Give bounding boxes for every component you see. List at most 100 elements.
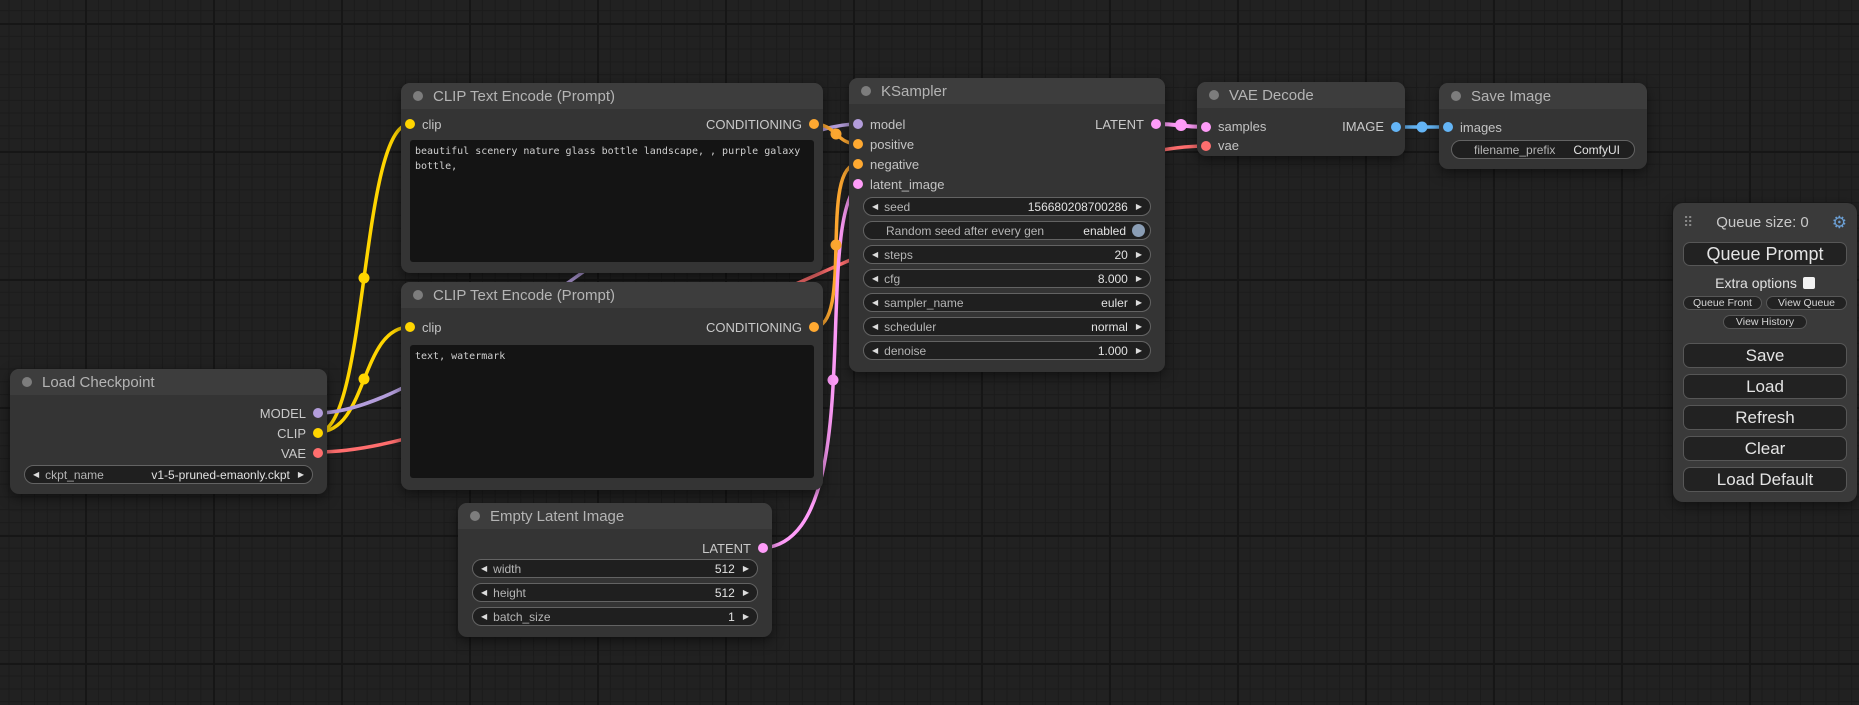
node-title-bar[interactable]: CLIP Text Encode (Prompt) <box>401 282 823 308</box>
clear-button[interactable]: Clear <box>1683 436 1847 461</box>
link-midpoint-dot[interactable] <box>831 240 842 251</box>
link-midpoint-dot[interactable] <box>359 273 370 284</box>
decrement-arrow-icon[interactable]: ◀ <box>481 565 487 573</box>
link-midpoint-dot[interactable] <box>1175 119 1187 131</box>
widget-value: 156680208700286 <box>1028 200 1128 214</box>
queue-menu-panel: ⠿ Queue size: 0 ⚙ Queue Prompt Extra opt… <box>1673 203 1857 502</box>
increment-arrow-icon[interactable]: ▶ <box>1136 347 1142 355</box>
collapse-dot-icon[interactable] <box>1451 91 1461 101</box>
clip-input-dot[interactable] <box>405 119 415 129</box>
node-title-bar[interactable]: KSampler <box>849 78 1165 104</box>
seed-widget[interactable]: ◀ seed 156680208700286 ▶ <box>863 197 1151 216</box>
link-midpoint-dot[interactable] <box>1417 122 1428 133</box>
height-widget[interactable]: ◀ height 512 ▶ <box>472 583 758 602</box>
refresh-button[interactable]: Refresh <box>1683 405 1847 430</box>
node-title-bar[interactable]: CLIP Text Encode (Prompt) <box>401 83 823 109</box>
node-load-checkpoint[interactable]: Load Checkpoint MODEL CLIP VAE ◀ ckpt_na… <box>10 369 327 494</box>
node-save-image[interactable]: Save Image images filename_prefix ComfyU… <box>1439 83 1647 169</box>
positive-input-dot[interactable] <box>853 139 863 149</box>
decrement-arrow-icon[interactable]: ◀ <box>872 203 878 211</box>
save-button[interactable]: Save <box>1683 343 1847 368</box>
decrement-arrow-icon[interactable]: ◀ <box>481 589 487 597</box>
latent-output-dot[interactable] <box>758 543 768 553</box>
load-button[interactable]: Load <box>1683 374 1847 399</box>
collapse-dot-icon[interactable] <box>22 377 32 387</box>
collapse-dot-icon[interactable] <box>1209 90 1219 100</box>
view-queue-button[interactable]: View Queue <box>1766 296 1847 310</box>
vae-output-dot[interactable] <box>313 448 323 458</box>
sampler-name-widget[interactable]: ◀ sampler_name euler ▶ <box>863 293 1151 312</box>
latent-image-input-dot[interactable] <box>853 179 863 189</box>
increment-arrow-icon[interactable]: ▶ <box>298 471 304 479</box>
load-default-button[interactable]: Load Default <box>1683 467 1847 492</box>
model-input-dot[interactable] <box>853 119 863 129</box>
conditioning-output-dot[interactable] <box>809 119 819 129</box>
decrement-arrow-icon[interactable]: ◀ <box>872 323 878 331</box>
width-widget[interactable]: ◀ width 512 ▶ <box>472 559 758 578</box>
prompt-textarea[interactable]: beautiful scenery nature glass bottle la… <box>410 140 814 262</box>
decrement-arrow-icon[interactable]: ◀ <box>481 613 487 621</box>
link-midpoint-dot[interactable] <box>831 129 842 140</box>
node-title-bar[interactable]: Empty Latent Image <box>458 503 772 529</box>
node-title-bar[interactable]: VAE Decode <box>1197 82 1405 108</box>
widget-label: steps <box>884 248 913 262</box>
decrement-arrow-icon[interactable]: ◀ <box>33 471 39 479</box>
decrement-arrow-icon[interactable]: ◀ <box>872 275 878 283</box>
image-output-dot[interactable] <box>1391 122 1401 132</box>
conditioning-output-dot[interactable] <box>809 322 819 332</box>
node-clip-text-encode-negative[interactable]: CLIP Text Encode (Prompt) clip CONDITION… <box>401 282 823 490</box>
clip-output-dot[interactable] <box>313 428 323 438</box>
input-label: latent_image <box>870 177 944 192</box>
node-clip-text-encode-positive[interactable]: CLIP Text Encode (Prompt) clip CONDITION… <box>401 83 823 273</box>
queue-prompt-button[interactable]: Queue Prompt <box>1683 242 1847 266</box>
prompt-textarea[interactable]: text, watermark <box>410 345 814 478</box>
widget-label: scheduler <box>884 320 936 334</box>
collapse-dot-icon[interactable] <box>413 290 423 300</box>
node-vae-decode[interactable]: VAE Decode samples IMAGE vae <box>1197 82 1405 156</box>
decrement-arrow-icon[interactable]: ◀ <box>872 299 878 307</box>
increment-arrow-icon[interactable]: ▶ <box>1136 275 1142 283</box>
random-seed-toggle-widget[interactable]: Random seed after every gen enabled <box>863 221 1151 240</box>
batch-size-widget[interactable]: ◀ batch_size 1 ▶ <box>472 607 758 626</box>
denoise-widget[interactable]: ◀ denoise 1.000 ▶ <box>863 341 1151 360</box>
widget-label: height <box>493 586 526 600</box>
node-title-bar[interactable]: Save Image <box>1439 83 1647 109</box>
collapse-dot-icon[interactable] <box>413 91 423 101</box>
link-midpoint-dot[interactable] <box>828 375 839 386</box>
graph-canvas[interactable]: { "link_colors": { "model": "#B39DDB", "… <box>0 0 1859 705</box>
collapse-dot-icon[interactable] <box>861 86 871 96</box>
view-history-button[interactable]: View History <box>1723 315 1807 329</box>
negative-input-dot[interactable] <box>853 159 863 169</box>
increment-arrow-icon[interactable]: ▶ <box>1136 299 1142 307</box>
vae-input-dot[interactable] <box>1201 141 1211 151</box>
filename-prefix-widget[interactable]: filename_prefix ComfyUI <box>1451 140 1635 159</box>
settings-gear-icon[interactable]: ⚙ <box>1832 214 1847 231</box>
scheduler-widget[interactable]: ◀ scheduler normal ▶ <box>863 317 1151 336</box>
increment-arrow-icon[interactable]: ▶ <box>1136 251 1142 259</box>
samples-input-dot[interactable] <box>1201 122 1211 132</box>
latent-output-dot[interactable] <box>1151 119 1161 129</box>
clip-input-dot[interactable] <box>405 322 415 332</box>
drag-handle-icon[interactable]: ⠿ <box>1683 214 1693 231</box>
collapse-dot-icon[interactable] <box>470 511 480 521</box>
increment-arrow-icon[interactable]: ▶ <box>1136 203 1142 211</box>
ckpt-name-widget[interactable]: ◀ ckpt_name v1-5-pruned-emaonly.ckpt ▶ <box>24 465 313 484</box>
queue-front-button[interactable]: Queue Front <box>1683 296 1762 310</box>
decrement-arrow-icon[interactable]: ◀ <box>872 347 878 355</box>
increment-arrow-icon[interactable]: ▶ <box>743 565 749 573</box>
toggle-enabled-icon[interactable] <box>1132 224 1145 237</box>
link-midpoint-dot[interactable] <box>359 374 370 385</box>
model-output-dot[interactable] <box>313 408 323 418</box>
widget-label: denoise <box>884 344 926 358</box>
increment-arrow-icon[interactable]: ▶ <box>743 589 749 597</box>
images-input-dot[interactable] <box>1443 122 1453 132</box>
steps-widget[interactable]: ◀ steps 20 ▶ <box>863 245 1151 264</box>
node-ksampler[interactable]: KSampler model LATENT positive negative … <box>849 78 1165 372</box>
node-empty-latent-image[interactable]: Empty Latent Image LATENT ◀ width 512 ▶ … <box>458 503 772 637</box>
cfg-widget[interactable]: ◀ cfg 8.000 ▶ <box>863 269 1151 288</box>
extra-options-checkbox[interactable] <box>1803 277 1815 289</box>
node-title-bar[interactable]: Load Checkpoint <box>10 369 327 395</box>
increment-arrow-icon[interactable]: ▶ <box>743 613 749 621</box>
decrement-arrow-icon[interactable]: ◀ <box>872 251 878 259</box>
increment-arrow-icon[interactable]: ▶ <box>1136 323 1142 331</box>
